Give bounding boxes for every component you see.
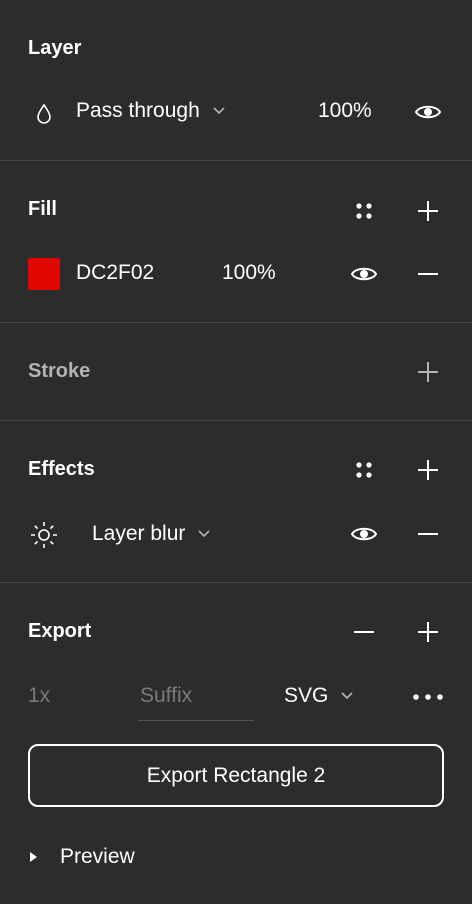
export-format-dropdown[interactable]: SVG bbox=[284, 684, 354, 708]
fill-hex-input[interactable]: DC2F02 bbox=[76, 261, 154, 285]
droplet-icon bbox=[32, 102, 56, 126]
eye-icon[interactable] bbox=[412, 98, 444, 126]
export-suffix-field[interactable]: Suffix bbox=[138, 679, 254, 721]
chevron-down-icon bbox=[212, 106, 226, 116]
fill-opacity-input[interactable]: 100% bbox=[222, 261, 276, 285]
sun-icon[interactable] bbox=[28, 519, 60, 551]
plus-icon[interactable] bbox=[414, 358, 442, 386]
eye-icon[interactable] bbox=[348, 520, 380, 548]
export-suffix-placeholder: Suffix bbox=[140, 684, 193, 707]
plus-icon[interactable] bbox=[414, 456, 442, 484]
layer-title: Layer bbox=[28, 37, 82, 59]
layer-opacity-input[interactable]: 100% bbox=[318, 99, 372, 123]
export-scale-input[interactable]: 1x bbox=[28, 684, 50, 708]
effects-title: Effects bbox=[28, 458, 95, 480]
export-button[interactable]: Export Rectangle 2 bbox=[28, 744, 444, 807]
four-dots-icon[interactable] bbox=[350, 197, 378, 225]
plus-icon[interactable] bbox=[414, 197, 442, 225]
minus-icon[interactable] bbox=[350, 618, 378, 646]
stroke-section: Stroke bbox=[0, 323, 472, 420]
minus-icon[interactable] bbox=[414, 260, 442, 288]
stroke-title: Stroke bbox=[28, 360, 91, 382]
effect-type-label: Layer blur bbox=[92, 522, 186, 545]
chevron-down-icon bbox=[197, 529, 211, 539]
fill-title: Fill bbox=[28, 198, 57, 220]
chevron-down-icon bbox=[340, 691, 354, 701]
caret-right-icon bbox=[28, 851, 38, 863]
export-title: Export bbox=[28, 620, 92, 642]
plus-icon[interactable] bbox=[414, 618, 442, 646]
preview-toggle[interactable]: Preview bbox=[28, 842, 135, 872]
eye-icon[interactable] bbox=[348, 260, 380, 288]
more-horizontal-icon[interactable] bbox=[410, 683, 446, 711]
minus-icon[interactable] bbox=[414, 520, 442, 548]
layer-section: Layer Pass through 100% bbox=[0, 0, 472, 160]
four-dots-icon[interactable] bbox=[350, 456, 378, 484]
effects-section: Effects Layer blur bbox=[0, 421, 472, 582]
preview-label: Preview bbox=[60, 845, 135, 868]
export-format-label: SVG bbox=[284, 684, 329, 707]
blend-mode-dropdown[interactable]: Pass through bbox=[76, 99, 226, 123]
fill-color-swatch[interactable] bbox=[28, 258, 60, 290]
fill-section: Fill DC2F02 100% bbox=[0, 161, 472, 322]
blend-mode-label: Pass through bbox=[76, 99, 200, 122]
effect-type-dropdown[interactable]: Layer blur bbox=[92, 522, 211, 546]
